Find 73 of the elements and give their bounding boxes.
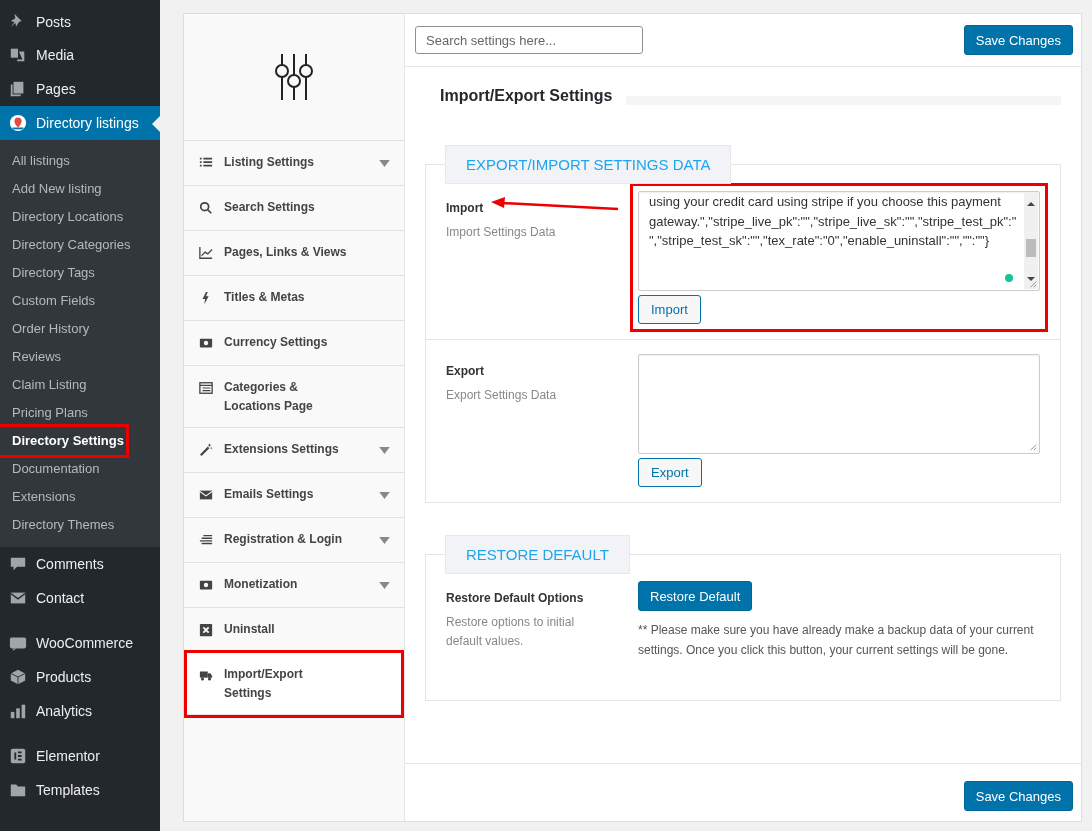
settings-nav-item[interactable]: Categories & Locations Page: [184, 366, 404, 428]
section-title: RESTORE DEFAULT: [445, 535, 630, 574]
envelope-icon: [199, 488, 213, 502]
align-lines-icon: [199, 533, 213, 547]
action-button[interactable]: Export: [638, 458, 702, 487]
setting-label: Import: [446, 201, 485, 215]
action-button[interactable]: Import: [638, 295, 701, 324]
settings-nav-item[interactable]: Emails Settings: [184, 473, 404, 518]
settings-nav-item[interactable]: Monetization: [184, 563, 404, 608]
resize-handle-icon[interactable]: [1029, 443, 1037, 451]
banknote-icon: [199, 578, 213, 592]
media-icon: [9, 46, 27, 64]
settings-nav-item[interactable]: Titles & Metas: [184, 276, 404, 321]
search-icon: [199, 201, 213, 215]
save-button[interactable]: Save Changes: [963, 25, 1073, 55]
settings-nav-item[interactable]: Pages, Links & Views: [184, 231, 404, 276]
admin-submenu-item[interactable]: Claim Listing: [0, 371, 126, 399]
admin-menu-item[interactable]: Elementor: [0, 739, 160, 773]
admin-menu-item[interactable]: Posts: [0, 0, 160, 38]
admin-submenu-item[interactable]: Directory Settings: [0, 427, 126, 455]
admin-menu-item[interactable]: Templates: [0, 773, 160, 807]
setting-description: Export Settings Data: [446, 387, 558, 404]
admin-submenu-item[interactable]: Directory Locations: [0, 203, 126, 231]
section-title: EXPORT/IMPORT SETTINGS DATA: [445, 145, 732, 184]
admin-submenu-item[interactable]: Add New listing: [0, 175, 126, 203]
list-icon: [199, 156, 213, 170]
status-dot-icon: [1005, 274, 1013, 282]
warning-note: ** Please make sure you have already make a backup data of your current settings. Once you click this button, your current settings will be gone.: [638, 622, 1035, 659]
text-area[interactable]: using your credit card using stripe if you choose this payment gateway.","stripe_live_pk":"","stripe_live_sk":"","stripe_test_pk":"","stripe_test_sk":"","tex_rate":"0","enable_uninstall":"","":""}: [638, 191, 1040, 291]
settings-nav-item[interactable]: Search Settings: [184, 186, 404, 231]
table-icon: [199, 381, 213, 395]
setting-label: Restore Default Options: [446, 591, 585, 605]
settings-nav-item[interactable]: Extensions Settings: [184, 428, 404, 473]
settings-nav-item[interactable]: Registration & Login: [184, 518, 404, 563]
admin-menu-item[interactable]: Pages: [0, 72, 160, 106]
settings-nav-item[interactable]: Import/Export Settings: [187, 653, 401, 715]
settings-nav-item[interactable]: Currency Settings: [184, 321, 404, 366]
admin-menu-item[interactable]: Contact: [0, 581, 160, 615]
admin-menu-item[interactable]: Directory listings: [0, 106, 160, 140]
save-button[interactable]: Save Changes: [963, 781, 1073, 811]
admin-menu-item[interactable]: Comments: [0, 547, 160, 581]
admin-menu-item[interactable]: WooCommerce: [0, 626, 160, 660]
box-icon: [9, 668, 27, 686]
map-pin-icon: [9, 114, 27, 132]
textarea-content: using your credit card using stripe if you choose this payment gateway.","stripe_live_pk":"","stripe_live_sk":"","stripe_test_pk":"","stripe_test_sk":"","tex_rate":"0","enable_uninstall":"","":""}: [649, 193, 1017, 250]
text-area[interactable]: [638, 354, 1040, 454]
admin-submenu-item[interactable]: Extensions: [0, 483, 126, 511]
admin-submenu-item[interactable]: All listings: [0, 147, 126, 175]
elementor-icon: [9, 747, 27, 765]
search-field[interactable]: Search settings here...: [415, 26, 643, 54]
line-chart-icon: [199, 246, 213, 260]
resize-handle-icon[interactable]: [1029, 280, 1037, 288]
setting-label: Export: [446, 364, 485, 378]
page-title: Import/Export Settings: [440, 87, 613, 105]
close-box-icon: [199, 623, 213, 637]
admin-submenu-item[interactable]: Directory Themes: [0, 511, 126, 539]
admin-submenu-item[interactable]: Pricing Plans: [0, 399, 126, 427]
admin-submenu-item[interactable]: Documentation: [0, 455, 126, 483]
settings-nav-item[interactable]: Listing Settings: [184, 141, 404, 186]
magic-wand-icon: [199, 443, 213, 457]
setting-description: Import Settings Data: [446, 224, 557, 241]
admin-submenu-item[interactable]: Reviews: [0, 343, 126, 371]
scrollbar[interactable]: [1024, 193, 1038, 289]
admin-submenu-item[interactable]: Directory Tags: [0, 259, 126, 287]
admin-menu-item[interactable]: Analytics: [0, 694, 160, 728]
bar-chart-icon: [9, 702, 27, 720]
admin-submenu-item[interactable]: Custom Fields: [0, 287, 126, 315]
admin-submenu-item[interactable]: Order History: [0, 315, 126, 343]
banknote-icon: [199, 336, 213, 350]
admin-menu-item[interactable]: Media: [0, 38, 160, 72]
admin-menu-item[interactable]: Products: [0, 660, 160, 694]
restore-default-button[interactable]: Restore Default: [638, 581, 753, 611]
setting-description: Restore options to initial default values.: [446, 614, 576, 650]
